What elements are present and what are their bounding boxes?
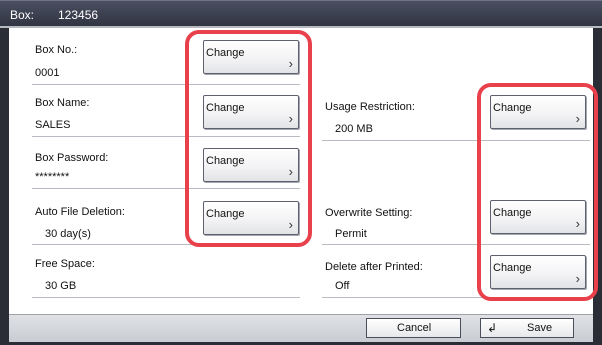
title-divider [0, 26, 602, 28]
usage-restriction-label: Usage Restriction: [325, 101, 415, 113]
highlight-frame-right [477, 83, 598, 301]
save-label: Save [527, 322, 553, 334]
box-header-number: 123456 [58, 8, 99, 22]
box-header-label: Box: [10, 8, 35, 22]
enter-icon: ↲ [487, 321, 498, 335]
free-space-label: Free Space: [35, 258, 95, 270]
divider [32, 297, 300, 298]
title-bar: Box: 123456 [0, 0, 602, 27]
bottom-bar: Cancel ↲ Save [9, 314, 593, 342]
auto-file-deletion-label: Auto File Deletion: [35, 206, 125, 218]
overwrite-setting-value: Permit [335, 228, 367, 240]
cancel-button[interactable]: Cancel [366, 318, 461, 338]
cancel-label: Cancel [397, 322, 432, 334]
free-space-value: 30 GB [45, 280, 77, 292]
box-name-label: Box Name: [35, 97, 90, 109]
delete-after-printed-label: Delete after Printed: [325, 261, 423, 273]
overwrite-setting-label: Overwrite Setting: [325, 207, 413, 219]
delete-after-printed-value: Off [335, 280, 350, 292]
auto-file-deletion-value: 30 day(s) [45, 228, 91, 240]
box-password-value: ******** [35, 171, 70, 183]
box-no-value: 0001 [35, 67, 60, 79]
highlight-frame-left [185, 30, 312, 247]
save-button[interactable]: ↲ Save [480, 318, 574, 338]
box-password-label: Box Password: [35, 152, 109, 164]
box-name-value: SALES [35, 119, 71, 131]
usage-restriction-value: 200 MB [335, 123, 373, 135]
box-no-label: Box No.: [35, 44, 78, 56]
